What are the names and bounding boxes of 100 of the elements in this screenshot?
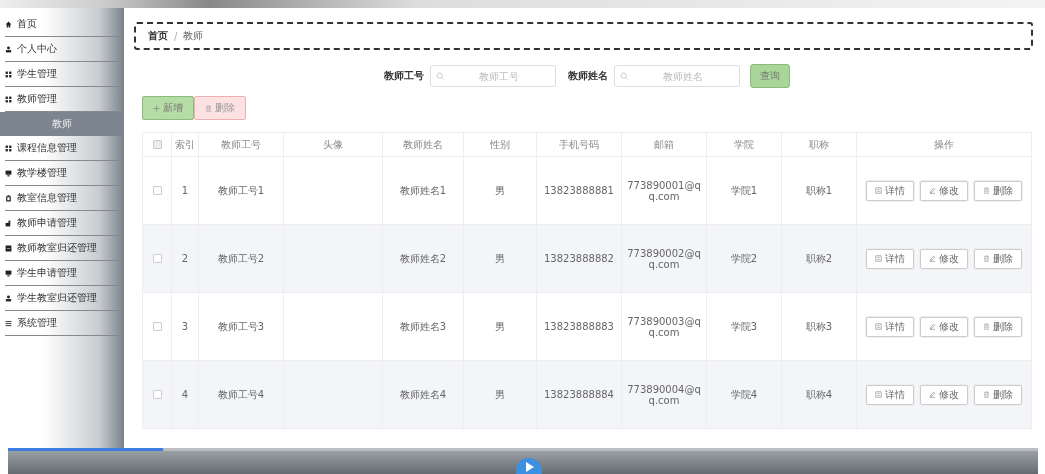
detail-button[interactable]: 详情 (866, 180, 914, 201)
menu-label: 系统管理 (17, 316, 57, 330)
select-all-checkbox[interactable] (152, 140, 162, 149)
clipboard-icon (5, 194, 12, 202)
table-cell: 4 (171, 360, 199, 429)
table-cell: 1 (171, 156, 199, 225)
table-cell: 2 (171, 224, 199, 293)
breadcrumb-separator: / (174, 30, 178, 42)
detail-button[interactable]: 详情 (866, 316, 914, 337)
table-cell: 男 (463, 360, 537, 429)
table-cell: 773890004@qq.com (621, 360, 707, 429)
delete-button[interactable]: 删除 (974, 180, 1022, 201)
field-label: 教师姓名 (567, 69, 608, 83)
sidebar-item[interactable]: 教师教室归还管理 (5, 236, 122, 261)
delete-button[interactable]: 删除 (974, 248, 1022, 269)
table-cell: 学院2 (706, 224, 782, 293)
column-header: 性别 (463, 132, 537, 157)
edit-button[interactable]: 修改 (920, 248, 968, 269)
sidebar-item[interactable]: 教室信息管理 (5, 186, 122, 211)
table-cell: 773890003@qq.com (621, 292, 707, 361)
column-header: 职称 (781, 132, 857, 157)
field-label: 教师工号 (383, 69, 424, 83)
sidebar-item[interactable]: 教学楼管理 (5, 161, 122, 186)
table-cell: 学院3 (706, 292, 782, 361)
search-field[interactable]: 教师姓名 (613, 65, 740, 87)
menu-label: 教师申请管理 (17, 216, 77, 230)
grid-icon (5, 70, 12, 78)
table-cell: 学院1 (706, 156, 782, 225)
grid-icon (5, 144, 12, 152)
table-cell: 教师姓名3 (382, 292, 464, 361)
table-cell: 男 (463, 292, 537, 361)
column-header: 索引 (171, 132, 199, 157)
detail-button[interactable]: 详情 (866, 248, 914, 269)
menu-label: 学生申请管理 (17, 266, 77, 280)
column-header: 教师姓名 (382, 132, 464, 157)
trash-icon (983, 187, 990, 194)
search-icon (619, 72, 628, 80)
trash-icon (205, 104, 212, 112)
table-cell: 13823888883 (536, 292, 622, 361)
monitor-icon (5, 269, 12, 277)
row-checkbox[interactable] (152, 254, 162, 263)
table-cell: 男 (463, 156, 537, 225)
delete-button[interactable]: 删除 (974, 316, 1022, 337)
search-field[interactable]: 教师工号 (429, 65, 556, 87)
table-cell: 13823888881 (536, 156, 622, 225)
breadcrumb-link[interactable]: 首页 (148, 29, 168, 43)
monitor-icon (5, 169, 12, 177)
sidebar-item[interactable]: 个人中心 (5, 37, 122, 62)
document-icon (875, 255, 882, 262)
trash-icon (983, 255, 990, 262)
sidebar-item[interactable]: 学生管理 (5, 62, 122, 87)
menu-label: 教室信息管理 (17, 191, 77, 205)
table-cell: 教师工号3 (198, 292, 284, 361)
table-cell: 教师姓名1 (382, 156, 464, 225)
plus-icon (153, 104, 160, 112)
sidebar-item[interactable]: 学生申请管理 (5, 261, 122, 286)
delete-button[interactable]: 删除 (974, 384, 1022, 405)
grid-icon (5, 95, 12, 103)
pencil-icon (929, 255, 936, 262)
table-cell: 学院4 (706, 360, 782, 429)
board-icon (5, 244, 12, 252)
sidebar-item[interactable]: 课程信息管理 (5, 136, 122, 161)
table-cell: 773890001@qq.com (621, 156, 707, 225)
sidebar-item[interactable]: 首页 (5, 12, 122, 37)
sidebar-item[interactable]: 学生教室归还管理 (5, 286, 122, 311)
row-checkbox[interactable] (152, 186, 162, 195)
detail-button[interactable]: 详情 (866, 384, 914, 405)
menu-label: 学生管理 (17, 67, 57, 81)
pencil-icon (929, 391, 936, 398)
trash-icon (983, 391, 990, 398)
edit-button[interactable]: 修改 (920, 180, 968, 201)
document-icon (875, 323, 882, 330)
table-cell: 教师工号2 (198, 224, 284, 293)
edit-button[interactable]: 修改 (920, 384, 968, 405)
table-cell: 教师姓名4 (382, 360, 464, 429)
submenu-item[interactable]: 教师 (0, 112, 124, 136)
menu-label: 个人中心 (17, 42, 57, 56)
column-header: 邮箱 (621, 132, 707, 157)
sidebar-item[interactable]: 教师申请管理 (5, 211, 122, 236)
table-cell: 教师工号4 (198, 360, 284, 429)
table-cell: 13823888882 (536, 224, 622, 293)
person-icon (5, 45, 12, 53)
row-checkbox[interactable] (152, 390, 162, 399)
home-icon (5, 20, 12, 28)
menu-label: 教师教室归还管理 (17, 241, 97, 255)
play-button[interactable] (516, 458, 542, 474)
edit-button[interactable]: 修改 (920, 316, 968, 337)
column-header: 学院 (706, 132, 782, 157)
sidebar-item[interactable]: 系统管理 (5, 311, 122, 336)
table-cell: 男 (463, 224, 537, 293)
column-header: 教师工号 (198, 132, 284, 157)
pencil-icon (929, 187, 936, 194)
menu-icon (5, 319, 12, 327)
row-checkbox[interactable] (152, 322, 162, 331)
table-cell: 职称4 (781, 360, 857, 429)
table-cell: 职称3 (781, 292, 857, 361)
table-cell: 职称1 (781, 156, 857, 225)
table-cell: 教师工号1 (198, 156, 284, 225)
table-cell: 3 (171, 292, 199, 361)
person-icon (5, 294, 12, 302)
